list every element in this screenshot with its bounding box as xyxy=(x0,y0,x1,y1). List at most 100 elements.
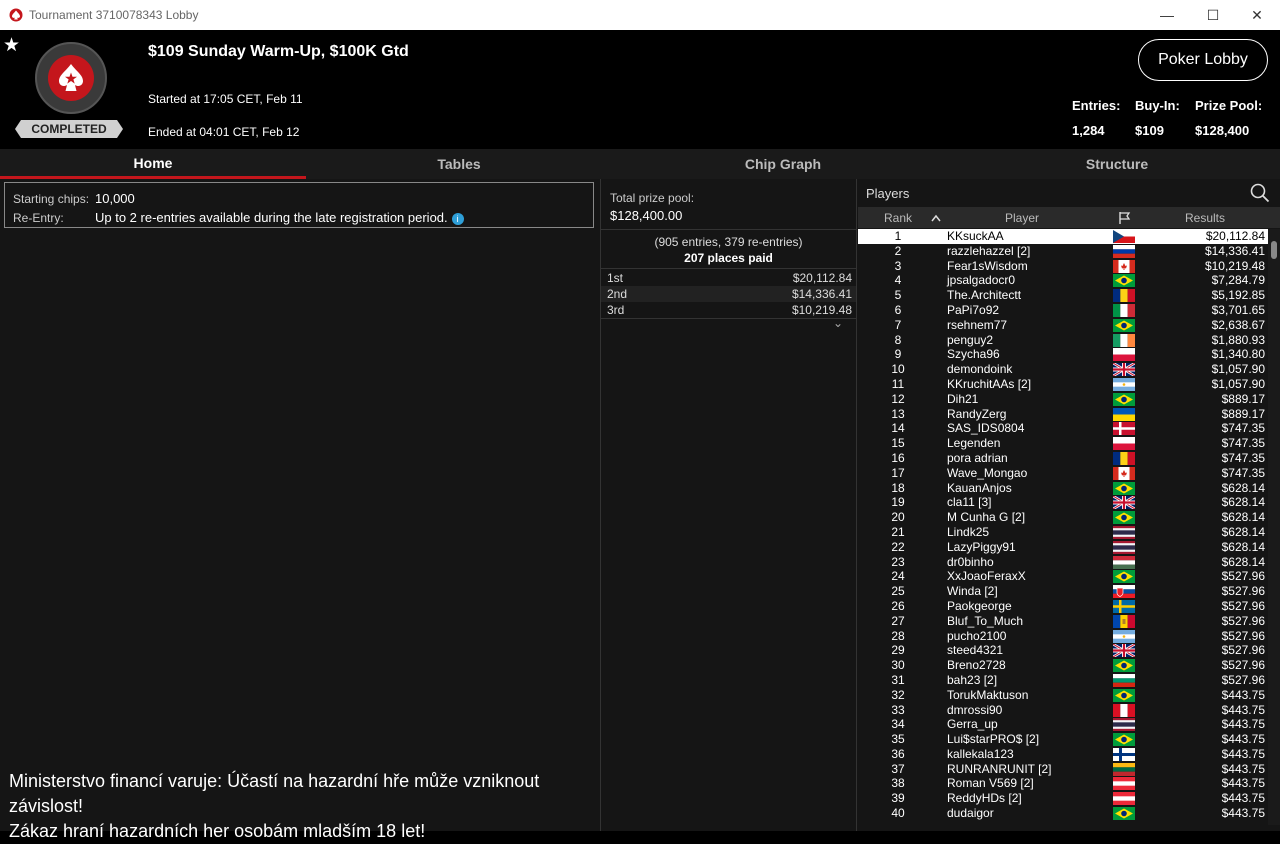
player-name: cla11 [3] xyxy=(947,495,992,510)
th-flag-icon xyxy=(1113,718,1135,732)
column-results[interactable]: Results xyxy=(1140,207,1270,228)
ua-flag-icon xyxy=(1113,407,1135,421)
player-row[interactable]: 5 The.Architectt $5,192.85 xyxy=(858,288,1268,303)
player-row[interactable]: 10 demondoink $1,057.90 xyxy=(858,362,1268,377)
player-row[interactable]: 23 dr0binho $628.14 xyxy=(858,555,1268,570)
player-row[interactable]: 8 penguy2 $1,880.93 xyxy=(858,333,1268,348)
player-row[interactable]: 24 XxJoaoFeraxX $527.96 xyxy=(858,569,1268,584)
column-country-flag-icon[interactable] xyxy=(1110,207,1138,228)
player-row[interactable]: 39 ReddyHDs [2] $443.75 xyxy=(858,791,1268,806)
player-row[interactable]: 27 Bluf_To_Much $527.96 xyxy=(858,614,1268,629)
search-icon[interactable] xyxy=(1250,183,1270,203)
chevron-down-icon[interactable]: ⌄ xyxy=(833,316,843,330)
player-row[interactable]: 20 M Cunha G [2] $628.14 xyxy=(858,510,1268,525)
player-result: $443.75 xyxy=(1221,806,1265,821)
player-name: Bluf_To_Much xyxy=(947,613,1024,628)
player-row[interactable]: 15 Legenden $747.35 xyxy=(858,436,1268,451)
player-result: $747.35 xyxy=(1221,421,1265,436)
player-row[interactable]: 11 KKruchitAAs [2] $1,057.90 xyxy=(858,377,1268,392)
player-row[interactable]: 19 cla11 [3] $628.14 xyxy=(858,495,1268,510)
tab-home[interactable]: Home xyxy=(0,149,306,179)
player-rank: 9 xyxy=(894,347,902,362)
player-rank: 25 xyxy=(891,584,905,599)
player-row[interactable]: 37 RUNRANRUNIT [2] $443.75 xyxy=(858,762,1268,777)
player-row[interactable]: 13 RandyZerg $889.17 xyxy=(858,407,1268,422)
player-name: Gerra_up xyxy=(947,717,998,732)
player-row[interactable]: 3 Fear1sWisdom $10,219.48 xyxy=(858,259,1268,274)
player-rank: 33 xyxy=(891,702,905,717)
player-row[interactable]: 33 dmrossi90 $443.75 xyxy=(858,703,1268,718)
tab-structure[interactable]: Structure xyxy=(964,149,1270,179)
info-icon[interactable]: i xyxy=(451,212,464,225)
player-row[interactable]: 2 razzlehazzel [2] $14,336.41 xyxy=(858,244,1268,259)
player-rank: 4 xyxy=(894,273,902,288)
player-row[interactable]: 17 Wave_Mongao $747.35 xyxy=(858,466,1268,481)
player-row[interactable]: 28 pucho2100 $527.96 xyxy=(858,629,1268,644)
total-prize-pool-label: Total prize pool: xyxy=(610,191,695,205)
gb-flag-icon xyxy=(1113,496,1135,510)
tab-chip-graph[interactable]: Chip Graph xyxy=(630,149,936,179)
home-info-panel: Starting chips: 10,000 Re-Entry: Up to 2… xyxy=(0,179,600,841)
player-row[interactable]: 31 bah23 [2] $527.96 xyxy=(858,673,1268,688)
entries-value: 1,284 xyxy=(1072,123,1105,138)
player-name: SAS_IDS0804 xyxy=(947,421,1025,436)
pl-flag-icon xyxy=(1113,437,1135,451)
player-result: $2,638.67 xyxy=(1211,317,1265,332)
player-row[interactable]: 18 KauanAnjos $628.14 xyxy=(858,481,1268,496)
player-row[interactable]: 4 jpsalgadocr0 $7,284.79 xyxy=(858,273,1268,288)
player-row[interactable]: 30 Breno2728 $527.96 xyxy=(858,658,1268,673)
player-row[interactable]: 26 Paokgeorge $527.96 xyxy=(858,599,1268,614)
sort-ascending-icon[interactable] xyxy=(926,207,946,228)
player-row[interactable]: 16 pora adrian $747.35 xyxy=(858,451,1268,466)
player-row[interactable]: 35 Lui$starPRO$ [2] $443.75 xyxy=(858,732,1268,747)
player-rank: 14 xyxy=(891,421,905,436)
player-row[interactable]: 1 KKsuckAA $20,112.84 xyxy=(858,229,1268,244)
player-row[interactable]: 36 kallekala123 $443.75 xyxy=(858,747,1268,762)
tournament-header: ★ COMPLETED $109 Sunday Warm-Up, $100K G… xyxy=(0,30,1280,149)
player-row[interactable]: 34 Gerra_up $443.75 xyxy=(858,717,1268,732)
player-row[interactable]: 40 dudaigor $443.75 xyxy=(858,806,1268,821)
reentry-value: Up to 2 re-entries available during the … xyxy=(95,210,448,225)
player-result: $527.96 xyxy=(1221,672,1265,687)
player-row[interactable]: 12 Dih21 $889.17 xyxy=(858,392,1268,407)
player-row[interactable]: 29 steed4321 $527.96 xyxy=(858,643,1268,658)
player-row[interactable]: 32 TorukMaktuson $443.75 xyxy=(858,688,1268,703)
player-row[interactable]: 21 Lindk25 $628.14 xyxy=(858,525,1268,540)
player-name: RandyZerg xyxy=(947,406,1007,421)
maximize-button[interactable]: ☐ xyxy=(1190,0,1236,30)
divider xyxy=(601,318,856,319)
player-row[interactable]: 38 Roman V569 [2] $443.75 xyxy=(858,776,1268,791)
player-row[interactable]: 6 PaPi7o92 $3,701.65 xyxy=(858,303,1268,318)
minimize-button[interactable]: — xyxy=(1144,0,1190,30)
player-row[interactable]: 25 Winda [2] $527.96 xyxy=(858,584,1268,599)
player-row[interactable]: 22 LazyPiggy91 $628.14 xyxy=(858,540,1268,555)
start-time: Started at 17:05 CET, Feb 11 xyxy=(148,92,303,106)
player-rank: 20 xyxy=(891,510,905,525)
player-rank: 21 xyxy=(891,524,905,539)
favorite-star-icon[interactable]: ★ xyxy=(3,34,20,57)
close-button[interactable]: ✕ xyxy=(1234,0,1280,30)
entries-summary: (905 entries, 379 re-entries) xyxy=(654,235,803,249)
player-row[interactable]: 7 rsehnem77 $2,638.67 xyxy=(858,318,1268,333)
player-row[interactable]: 9 Szycha96 $1,340.80 xyxy=(858,347,1268,362)
player-name: M Cunha G [2] xyxy=(947,510,1026,525)
warning-line-1: Ministerstvo financí varuje: Účastí na h… xyxy=(9,771,540,816)
column-player[interactable]: Player xyxy=(948,207,1096,228)
th-flag-icon xyxy=(1113,540,1135,554)
player-result: $10,219.48 xyxy=(1204,258,1265,273)
player-result: $443.75 xyxy=(1221,776,1265,791)
pokerstars-icon xyxy=(9,8,23,22)
total-prize-pool-value: $128,400.00 xyxy=(610,208,683,223)
player-row[interactable]: 14 SAS_IDS0804 $747.35 xyxy=(858,421,1268,436)
spade-star-icon xyxy=(59,64,83,91)
player-result: $747.35 xyxy=(1221,450,1265,465)
poker-lobby-button[interactable]: Poker Lobby xyxy=(1138,39,1268,81)
players-title: Players xyxy=(866,186,910,201)
scrollbar-thumb[interactable] xyxy=(1271,241,1277,259)
ru-flag-icon xyxy=(1113,244,1135,258)
player-rank: 13 xyxy=(891,406,905,421)
tab-tables[interactable]: Tables xyxy=(306,149,612,179)
players-scrollbar[interactable] xyxy=(1268,229,1280,825)
buyin-value: $109 xyxy=(1135,123,1164,138)
status-badge: COMPLETED xyxy=(15,120,123,138)
